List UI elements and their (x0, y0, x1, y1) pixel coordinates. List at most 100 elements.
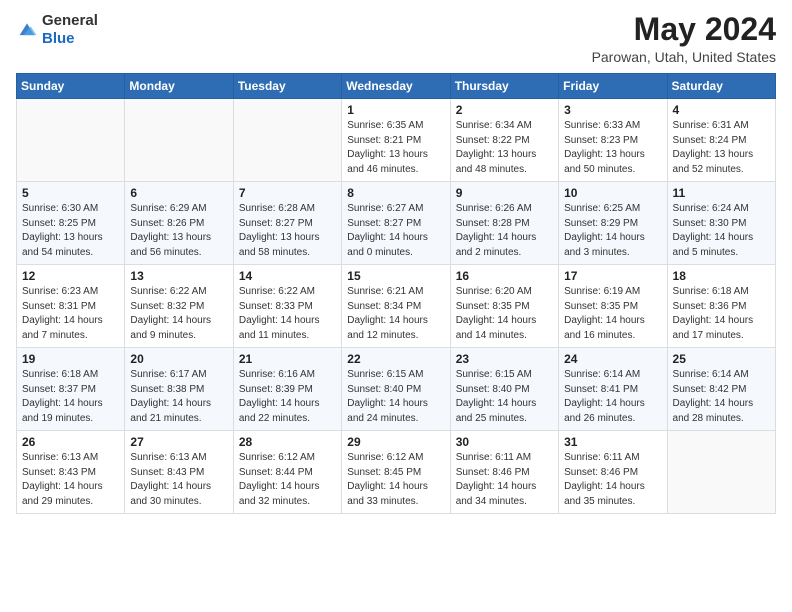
calendar-day-20: 20 Sunrise: 6:17 AM Sunset: 8:38 PM Dayligh… (125, 348, 233, 431)
calendar-day-18: 18 Sunrise: 6:18 AMSunset: 8:36 PMDayligh… (667, 265, 775, 348)
daylight-hours: Daylight: 14 hours and 16 minutes. (564, 315, 645, 341)
sunset-time: Sunset: 8:39 PM (239, 384, 313, 395)
daylight-hours: Daylight: 14 hours and 19 minutes. (22, 398, 103, 424)
daylight-hours: Daylight: 14 hours and 34 minutes. (456, 481, 537, 507)
day-info: Sunrise: 6:18 AMSunset: 8:36 PMDaylight:… (673, 285, 770, 343)
sunrise-time: Sunrise: 6:19 AM (564, 286, 640, 297)
sunrise-time: Sunrise: 6:35 AM (347, 120, 423, 131)
sunset-time: Sunset: 8:31 PM (22, 301, 96, 312)
day-number: 15 (347, 269, 444, 283)
calendar-day-8: 8Sunrise: 6:27 AMSunset: 8:27 PMDaylight… (342, 182, 450, 265)
weekday-header-monday: Monday (125, 74, 233, 99)
daylight-hours: Daylight: 13 hours and 52 minutes. (673, 149, 754, 175)
sunrise-time: Sunrise: 6:17 AM (130, 369, 206, 380)
daylight-hours: Daylight: 14 hours and 7 minutes. (22, 315, 103, 341)
calendar-day-9: 9Sunrise: 6:26 AMSunset: 8:28 PMDaylight… (450, 182, 558, 265)
day-number: 12 (22, 269, 119, 283)
daylight-hours: Daylight: 14 hours and 26 minutes. (564, 398, 645, 424)
sunset-time: Sunset: 8:37 PM (22, 384, 96, 395)
day-info: Sunrise: 6:15 AMSunset: 8:40 PMDaylight:… (456, 368, 553, 426)
weekday-header-friday: Friday (559, 74, 667, 99)
sunrise-time: Sunrise: 6:21 AM (347, 286, 423, 297)
daylight-hours: Daylight: 14 hours and 17 minutes. (673, 315, 754, 341)
calendar-day-13: 13Sunrise: 6:22 AMSunset: 8:32 PMDayligh… (125, 265, 233, 348)
day-number: 26 (22, 435, 119, 449)
day-number: 27 (130, 435, 227, 449)
sunset-time: Sunset: 8:38 PM (130, 384, 204, 395)
logo-blue: Blue (42, 30, 98, 48)
calendar-day-5: 5Sunrise: 6:30 AMSunset: 8:25 PMDaylight… (17, 182, 125, 265)
sunset-time: Sunset: 8:29 PM (564, 218, 638, 229)
calendar-day-23: 23 Sunrise: 6:15 AMSunset: 8:40 PMDayligh… (450, 348, 558, 431)
day-info: Sunrise: 6:33 AMSunset: 8:23 PMDaylight:… (564, 119, 661, 177)
sunset-time: Sunset: 8:42 PM (673, 384, 747, 395)
day-number: 14 (239, 269, 336, 283)
day-info: Sunrise: 6:21 AMSunset: 8:34 PMDaylight:… (347, 285, 444, 343)
day-number: 7 (239, 186, 336, 200)
sunset-time: Sunset: 8:40 PM (456, 384, 530, 395)
day-number: 23 (456, 352, 553, 366)
day-number: 21 (239, 352, 336, 366)
daylight-hours: Daylight: 13 hours and 50 minutes. (564, 149, 645, 175)
daylight-hours: Daylight: 14 hours and 11 minutes. (239, 315, 320, 341)
calendar-day-24: 24Sunrise: 6:14 AMSunset: 8:41 PMDayligh… (559, 348, 667, 431)
logo-general: General (42, 12, 98, 30)
sunset-time: Sunset: 8:45 PM (347, 467, 421, 478)
day-info: Sunrise: 6:23 AM Sunset: 8:31 PM Daylight:… (22, 285, 119, 343)
calendar-week-row: 12 Sunrise: 6:23 AM Sunset: 8:31 PM Dayligh… (17, 265, 776, 348)
sunrise-time: Sunrise: 6:16 AM (239, 369, 315, 380)
day-info: Sunrise: 6:19 AMSunset: 8:35 PMDaylight:… (564, 285, 661, 343)
logo-icon (16, 19, 38, 41)
day-info: Sunrise: 6:30 AMSunset: 8:25 PMDaylight:… (22, 202, 119, 260)
calendar-table: SundayMondayTuesdayWednesdayThursdayFrid… (16, 73, 776, 514)
sunset-time: Sunset: 8:32 PM (130, 301, 204, 312)
weekday-header-tuesday: Tuesday (233, 74, 341, 99)
daylight-hours: Daylight: 14 hours and 30 minutes. (130, 481, 211, 507)
daylight-hours: Daylight: 13 hours and 56 minutes. (130, 232, 211, 258)
daylight-hours: Daylight: 14 hours and 33 minutes. (347, 481, 428, 507)
day-info: Sunrise: 6:14 AMSunset: 8:41 PMDaylight:… (564, 368, 661, 426)
day-number: 10 (564, 186, 661, 200)
day-info: Sunrise: 6:17 AM Sunset: 8:38 PM Daylight:… (130, 368, 227, 426)
day-info: Sunrise: 6:15 AMSunset: 8:40 PMDaylight:… (347, 368, 444, 426)
sunrise-time: Sunrise: 6:11 AM (456, 452, 531, 463)
daylight-hours: Daylight: 14 hours and 22 minutes. (239, 398, 320, 424)
sunrise-time: Sunrise: 6:23 AM (22, 286, 98, 297)
calendar-day-10: 10Sunrise: 6:25 AMSunset: 8:29 PMDayligh… (559, 182, 667, 265)
daylight-hours: Daylight: 13 hours and 54 minutes. (22, 232, 103, 258)
calendar-day-11: 11Sunrise: 6:24 AMSunset: 8:30 PMDayligh… (667, 182, 775, 265)
daylight-hours: Daylight: 14 hours and 28 minutes. (673, 398, 754, 424)
weekday-header-wednesday: Wednesday (342, 74, 450, 99)
day-number: 6 (130, 186, 227, 200)
day-info: Sunrise: 6:12 AMSunset: 8:45 PMDaylight:… (347, 451, 444, 509)
sunset-time: Sunset: 8:27 PM (347, 218, 421, 229)
sunset-time: Sunset: 8:23 PM (564, 135, 638, 146)
sunset-time: Sunset: 8:35 PM (456, 301, 530, 312)
sunrise-time: Sunrise: 6:13 AM (22, 452, 98, 463)
day-info: Sunrise: 6:28 AMSunset: 8:27 PMDaylight:… (239, 202, 336, 260)
day-number: 25 (673, 352, 770, 366)
day-number: 11 (673, 186, 770, 200)
sunrise-time: Sunrise: 6:24 AM (673, 203, 749, 214)
sunrise-time: Sunrise: 6:20 AM (456, 286, 532, 297)
day-info: Sunrise: 6:34 AMSunset: 8:22 PMDaylight:… (456, 119, 553, 177)
daylight-hours: Daylight: 14 hours and 21 minutes. (130, 398, 211, 424)
day-number: 18 (673, 269, 770, 283)
daylight-hours: Daylight: 14 hours and 9 minutes. (130, 315, 211, 341)
sunrise-time: Sunrise: 6:15 AM (347, 369, 423, 380)
day-info: Sunrise: 6:11 AMSunset: 8:46 PMDaylight:… (456, 451, 553, 509)
sunrise-time: Sunrise: 6:13 AM (130, 452, 206, 463)
sunset-time: Sunset: 8:26 PM (130, 218, 204, 229)
calendar-day-21: 21 Sunrise: 6:16 AM Sunset: 8:39 PM Dayligh… (233, 348, 341, 431)
sunset-time: Sunset: 8:27 PM (239, 218, 313, 229)
day-number: 20 (130, 352, 227, 366)
daylight-hours: Daylight: 14 hours and 24 minutes. (347, 398, 428, 424)
daylight-hours: Daylight: 14 hours and 2 minutes. (456, 232, 537, 258)
day-info: Sunrise: 6:14 AMSunset: 8:42 PMDaylight:… (673, 368, 770, 426)
daylight-hours: Daylight: 14 hours and 0 minutes. (347, 232, 428, 258)
calendar-day-17: 17Sunrise: 6:19 AMSunset: 8:35 PMDayligh… (559, 265, 667, 348)
daylight-hours: Daylight: 13 hours and 58 minutes. (239, 232, 320, 258)
day-info: Sunrise: 6:27 AMSunset: 8:27 PMDaylight:… (347, 202, 444, 260)
calendar-day-4: 4Sunrise: 6:31 AMSunset: 8:24 PMDaylight… (667, 99, 775, 182)
day-number: 4 (673, 103, 770, 117)
